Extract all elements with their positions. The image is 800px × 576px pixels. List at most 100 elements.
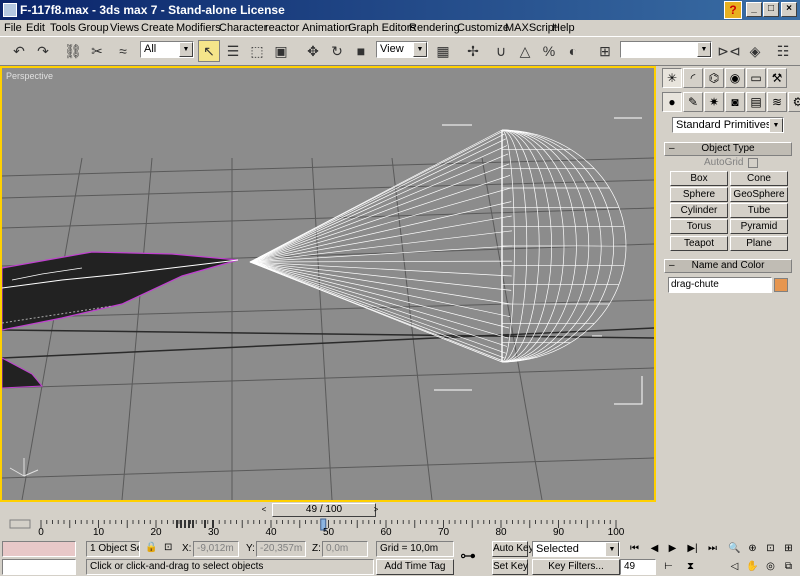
absolute-mode-icon[interactable]: ⊡ xyxy=(164,542,172,553)
time-slider[interactable]: < 49 / 100 > xyxy=(0,502,656,518)
previous-frame-icon[interactable]: ◀ xyxy=(646,541,663,557)
time-slider-prev[interactable]: < xyxy=(258,504,270,516)
select-by-name-icon[interactable]: ☰ xyxy=(222,40,244,62)
time-configuration-icon[interactable]: ⧗ xyxy=(682,559,699,575)
cameras-icon[interactable]: ◙ xyxy=(725,92,745,112)
menu-views[interactable]: Views xyxy=(110,22,139,34)
drag-chute-object[interactable] xyxy=(249,129,627,363)
cylinder-button[interactable]: Cylinder xyxy=(670,203,728,218)
next-frame-icon[interactable]: ▶| xyxy=(684,541,701,557)
percent-snap-icon[interactable]: % xyxy=(538,40,560,62)
utilities-tab-icon[interactable]: ⚒ xyxy=(767,68,787,88)
select-and-move-icon[interactable]: ✥ xyxy=(302,40,324,62)
menu-group[interactable]: Group xyxy=(78,22,109,34)
object-color-swatch[interactable] xyxy=(774,278,788,292)
field-of-view-icon[interactable]: ◁ xyxy=(726,559,743,575)
menu-file[interactable]: File xyxy=(4,22,22,34)
time-slider-thumb[interactable]: 49 / 100 xyxy=(272,503,376,517)
select-and-manipulate-icon[interactable]: ✢ xyxy=(462,40,484,62)
tube-button[interactable]: Tube xyxy=(730,203,788,218)
display-tab-icon[interactable]: ▭ xyxy=(746,68,766,88)
pan-icon[interactable]: ✋ xyxy=(744,559,761,575)
time-slider-next[interactable]: > xyxy=(370,504,382,516)
f117-jet-object[interactable] xyxy=(2,251,239,389)
bind-space-warp-icon[interactable]: ≈ xyxy=(112,40,134,62)
selection-filter-dropdown[interactable]: All ▼ xyxy=(140,41,194,58)
key-filters-button[interactable]: Key Filters... xyxy=(532,559,620,575)
spinner-snap-icon[interactable]: ◐ xyxy=(562,40,584,62)
modify-tab-icon[interactable]: ◜ xyxy=(683,68,703,88)
maxscript-input-field[interactable] xyxy=(2,559,76,575)
maximize-button[interactable]: □ xyxy=(763,2,779,17)
motion-tab-icon[interactable]: ◉ xyxy=(725,68,745,88)
object-name-input[interactable]: drag-chute xyxy=(668,277,772,293)
snaps-toggle-icon[interactable]: ∪ xyxy=(490,40,512,62)
select-and-link-icon[interactable]: ⛓ xyxy=(62,40,84,62)
track-bar[interactable]: 0 10 20 30 40 50 60 70 80 90 100 xyxy=(0,518,656,540)
maximize-viewport-icon[interactable]: ⧉ xyxy=(780,559,797,575)
y-coordinate-field[interactable]: -20,357m xyxy=(256,541,306,557)
reference-coordinate-dropdown[interactable]: View ▼ xyxy=(376,41,428,58)
align-icon[interactable]: ◈ xyxy=(744,40,766,62)
torus-button[interactable]: Torus xyxy=(670,219,728,234)
zoom-all-icon[interactable]: ⊕ xyxy=(744,541,761,557)
maxscript-listener-field[interactable] xyxy=(2,541,76,557)
menu-edit[interactable]: Edit xyxy=(26,22,45,34)
zoom-extents-icon[interactable]: ⊡ xyxy=(762,541,779,557)
minimize-button[interactable]: _ xyxy=(746,2,762,17)
key-icon[interactable]: ⊶ xyxy=(460,546,476,566)
play-icon[interactable]: ▶ xyxy=(664,541,681,557)
select-and-rotate-icon[interactable]: ↻ xyxy=(326,40,348,62)
zoom-extents-all-icon[interactable]: ⊞ xyxy=(780,541,797,557)
menu-create[interactable]: Create xyxy=(141,22,174,34)
menu-reactor[interactable]: reactor xyxy=(265,22,299,34)
go-to-start-icon[interactable]: ⏮ xyxy=(626,541,643,557)
cone-button[interactable]: Cone xyxy=(730,171,788,186)
layer-manager-icon[interactable]: ☷ xyxy=(772,40,794,62)
key-mode-dropdown[interactable]: Selected ▼ xyxy=(532,541,620,557)
geosphere-button[interactable]: GeoSphere xyxy=(730,187,788,202)
redo-icon[interactable]: ↷ xyxy=(32,40,54,62)
z-coordinate-field[interactable]: 0,0m xyxy=(322,541,368,557)
add-time-tag-button[interactable]: Add Time Tag xyxy=(376,559,454,575)
menu-animation[interactable]: Animation xyxy=(302,22,351,34)
systems-icon[interactable]: ⚙ xyxy=(788,92,800,112)
helpers-icon[interactable]: ▤ xyxy=(746,92,766,112)
key-mode-toggle-icon[interactable]: ⊢ xyxy=(660,559,677,575)
unlink-icon[interactable]: ✂ xyxy=(86,40,108,62)
plane-button[interactable]: Plane xyxy=(730,236,788,251)
mirror-icon[interactable]: ⊳⊲ xyxy=(717,40,740,62)
auto-key-button[interactable]: Auto Key xyxy=(492,541,534,557)
menu-rendering[interactable]: Rendering xyxy=(409,22,460,34)
rectangular-selection-icon[interactable]: ⬚ xyxy=(246,40,268,62)
window-crossing-icon[interactable]: ▣ xyxy=(270,40,292,62)
autogrid-checkbox[interactable] xyxy=(748,158,758,168)
undo-icon[interactable]: ↶ xyxy=(8,40,30,62)
hierarchy-tab-icon[interactable]: ⌬ xyxy=(704,68,724,88)
shapes-icon[interactable]: ✎ xyxy=(683,92,703,112)
select-and-scale-icon[interactable]: ■ xyxy=(350,40,372,62)
create-tab-icon[interactable]: ✳ xyxy=(662,68,682,88)
viewport-label[interactable]: Perspective xyxy=(6,71,53,81)
zoom-icon[interactable]: 🔍 xyxy=(726,541,743,557)
menu-tools[interactable]: Tools xyxy=(50,22,76,34)
menu-help[interactable]: Help xyxy=(552,22,575,34)
perspective-viewport[interactable]: Perspective xyxy=(0,66,656,502)
menu-maxscript[interactable]: MAXScript xyxy=(505,22,557,34)
menu-graph-editors[interactable]: Graph Editors xyxy=(348,22,416,34)
edit-named-selections-icon[interactable]: ⊞ xyxy=(594,40,616,62)
pyramid-button[interactable]: Pyramid xyxy=(730,219,788,234)
use-pivot-center-icon[interactable]: ▦ xyxy=(432,40,454,62)
select-object-icon[interactable]: ↖ xyxy=(198,40,220,62)
track-bar-icon[interactable] xyxy=(9,519,31,529)
arc-rotate-icon[interactable]: ◎ xyxy=(762,559,779,575)
lock-selection-icon[interactable]: 🔒 xyxy=(145,542,157,553)
lights-icon[interactable]: ✷ xyxy=(704,92,724,112)
go-to-end-icon[interactable]: ⏭ xyxy=(704,541,721,557)
angle-snap-icon[interactable]: △ xyxy=(514,40,536,62)
sphere-button[interactable]: Sphere xyxy=(670,187,728,202)
menu-character[interactable]: Character xyxy=(219,22,267,34)
menu-modifiers[interactable]: Modifiers xyxy=(176,22,221,34)
x-coordinate-field[interactable]: -9,012m xyxy=(193,541,239,557)
teapot-button[interactable]: Teapot xyxy=(670,236,728,251)
